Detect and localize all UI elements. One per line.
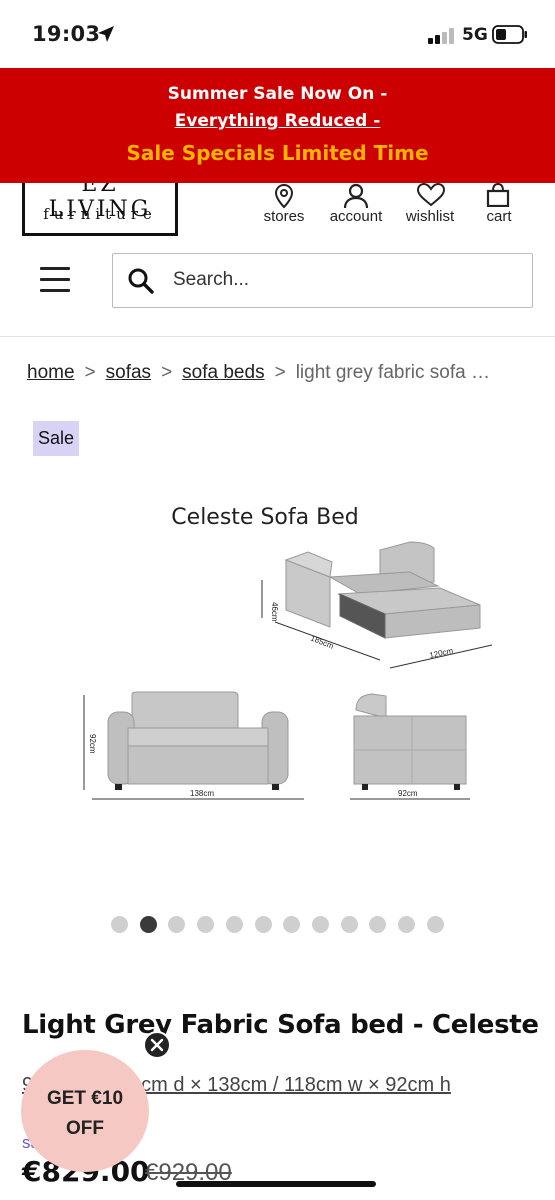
sofa-front-illustration: 92cm 138cm bbox=[83, 691, 304, 800]
status-bar: 19:03 5G bbox=[0, 0, 555, 68]
stores-link[interactable]: stores bbox=[253, 183, 315, 233]
close-x-icon bbox=[150, 1038, 164, 1052]
status-time: 19:03 bbox=[32, 22, 101, 46]
signal-strength-icon bbox=[428, 28, 454, 44]
promo-banner[interactable]: Summer Sale Now On - Everything Reduced … bbox=[0, 68, 555, 183]
stores-label: stores bbox=[263, 208, 305, 225]
account-label: account bbox=[329, 208, 383, 225]
bubble-line-1: GET €10 bbox=[46, 1088, 124, 1109]
wishlist-label: wishlist bbox=[405, 208, 455, 225]
length-bed-label: 185cm bbox=[309, 634, 335, 651]
wishlist-link[interactable]: wishlist bbox=[397, 183, 463, 233]
search-input[interactable] bbox=[173, 254, 523, 306]
sale-badge: Sale bbox=[33, 421, 79, 456]
promo-line-1: Summer Sale Now On - bbox=[167, 84, 388, 104]
hamburger-menu-icon[interactable] bbox=[40, 267, 72, 293]
breadcrumb-separator: > bbox=[161, 362, 173, 383]
breadcrumb-home[interactable]: home bbox=[27, 362, 75, 383]
breadcrumb-sofa-beds[interactable]: sofa beds bbox=[182, 362, 264, 383]
width-front-label: 138cm bbox=[190, 789, 214, 798]
breadcrumb-current: light grey fabric sofa … bbox=[295, 362, 490, 383]
width-bed-label: 120cm bbox=[429, 646, 455, 660]
product-image[interactable]: 46cm 185cm 120cm 92cm 138cm 92cm bbox=[60, 490, 500, 830]
search-icon[interactable] bbox=[127, 267, 155, 295]
carousel-dot[interactable] bbox=[398, 916, 415, 933]
search-bar[interactable] bbox=[112, 253, 533, 308]
promo-line-2[interactable]: Everything Reduced - bbox=[0, 111, 555, 131]
user-icon bbox=[343, 183, 369, 209]
carousel-dot[interactable] bbox=[111, 916, 128, 933]
carousel-dot[interactable] bbox=[340, 916, 358, 933]
close-icon[interactable] bbox=[143, 1031, 171, 1059]
depth-side-label: 92cm bbox=[398, 789, 418, 798]
breadcrumb-sofas[interactable]: sofas bbox=[106, 362, 151, 383]
logo-bottom-text: furniture bbox=[43, 205, 157, 223]
carousel-dot[interactable] bbox=[254, 916, 272, 933]
promo-line-3: Sale Specials Limited Time bbox=[126, 141, 429, 165]
header-divider bbox=[0, 336, 555, 337]
cart-label: cart bbox=[486, 208, 512, 225]
sofa-bed-open-illustration: 46cm 185cm 120cm bbox=[261, 541, 493, 669]
account-link[interactable]: account bbox=[320, 183, 392, 233]
cart-link[interactable]: cart bbox=[476, 183, 522, 233]
height-bed-label: 46cm bbox=[270, 602, 279, 622]
carousel-dot[interactable] bbox=[225, 916, 243, 933]
product-title: Light Grey Fabric Sofa bed - Celeste bbox=[22, 1010, 539, 1040]
home-indicator bbox=[176, 1181, 376, 1187]
carousel-dot[interactable] bbox=[283, 916, 301, 933]
height-front-label: 92cm bbox=[88, 734, 97, 754]
heart-icon bbox=[416, 183, 446, 207]
site-logo[interactable]: EZ LIVING furniture bbox=[22, 183, 178, 236]
sofa-side-illustration: 92cm bbox=[350, 693, 470, 800]
carousel-dot[interactable] bbox=[139, 916, 157, 933]
breadcrumb: home > sofas > sofa beds > light grey fabric s… bbox=[27, 362, 537, 384]
carousel-dot[interactable] bbox=[197, 916, 215, 933]
discount-bubble[interactable]: GET €10 OFF bbox=[21, 1050, 149, 1172]
carousel-dot[interactable] bbox=[426, 916, 444, 933]
promo-link[interactable]: Everything Reduced - bbox=[175, 111, 381, 131]
breadcrumb-separator: > bbox=[274, 362, 286, 383]
location-arrow-icon bbox=[98, 26, 114, 42]
carousel-dot[interactable] bbox=[311, 916, 329, 933]
location-pin-icon bbox=[274, 183, 294, 209]
battery-icon bbox=[492, 25, 527, 44]
carousel-dot[interactable] bbox=[369, 916, 387, 933]
network-label: 5G bbox=[462, 25, 488, 45]
bubble-line-2: OFF bbox=[66, 1118, 104, 1139]
carousel-dot[interactable] bbox=[168, 916, 186, 933]
shopping-bag-icon bbox=[486, 183, 510, 207]
breadcrumb-separator: > bbox=[84, 362, 96, 383]
